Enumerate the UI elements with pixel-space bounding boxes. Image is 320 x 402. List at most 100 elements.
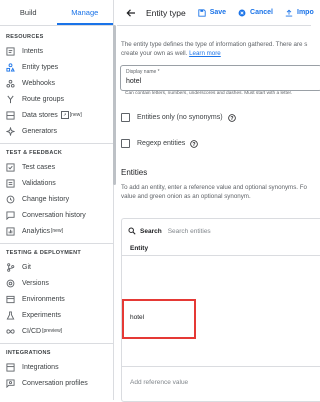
entities-heading: Entities (121, 168, 148, 177)
svg-text:?: ? (230, 115, 233, 121)
change-history-icon (6, 195, 15, 204)
display-name-hint: Can contain letters, numbers, underscore… (125, 91, 293, 96)
description-line: The entity type defines the type of info… (121, 41, 308, 48)
regexp-entities-label: Regexp entities (137, 140, 186, 147)
sidebar-item-experiments[interactable]: Experiments (0, 307, 113, 323)
sidebar: Build Manage RESOURCES Intents Entity ty… (0, 0, 114, 400)
search-input[interactable]: Search entities (168, 228, 211, 235)
display-name-value[interactable]: hotel (126, 78, 141, 85)
sidebar-item-label: Experiments (22, 311, 61, 319)
import-label: Impo (297, 9, 314, 16)
validations-icon (6, 178, 15, 188)
add-reference-value-input[interactable]: Add reference value (130, 379, 188, 386)
sidebar-item-change-history[interactable]: Change history (0, 191, 113, 207)
sidebar-item-label: Change history (22, 195, 70, 203)
sidebar-item-git[interactable]: Git (0, 259, 113, 275)
sidebar-item-label: Route groups (22, 95, 65, 103)
route-groups-icon (6, 95, 15, 104)
sidebar-item-label: Generators (22, 127, 58, 135)
learn-more-link[interactable]: Learn more (189, 50, 221, 57)
sidebar-item-route-groups[interactable]: Route groups (0, 91, 113, 107)
sidebar-item-label: Validations (22, 179, 56, 187)
entities-only-label: Entities only (no synonyms) (137, 114, 223, 121)
entities-description: To add an entity, enter a reference valu… (121, 183, 307, 201)
cancel-label: Cancel (250, 9, 274, 16)
svg-text:?: ? (193, 141, 196, 147)
display-name-field[interactable]: Display name * hotel (120, 65, 320, 91)
back-arrow-icon[interactable] (126, 8, 136, 18)
save-button[interactable]: Save (198, 8, 227, 17)
intents-icon (6, 46, 15, 56)
description-line: create your own as well. (121, 50, 188, 57)
sidebar-item-label: Analytics (22, 227, 51, 235)
tab-build[interactable]: Build (0, 0, 57, 25)
import-button[interactable]: Impo (285, 9, 314, 17)
preview-badge: [preview] (42, 328, 63, 334)
sidebar-item-analytics[interactable]: Analytics [new] (0, 223, 113, 239)
sidebar-item-label: Versions (22, 279, 49, 287)
sidebar-item-label: Test cases (22, 163, 56, 171)
sidebar-scrollbar[interactable] (113, 25, 116, 185)
entities-table: Search Search entities Entity hotel Add … (121, 218, 320, 402)
help-icon[interactable]: ? (190, 139, 199, 148)
divider (0, 243, 113, 244)
git-icon (6, 262, 15, 272)
sidebar-item-label: Entity types (22, 63, 59, 71)
cancel-icon (238, 9, 246, 16)
entities-only-checkbox-row[interactable]: Entities only (no synonyms) ? (121, 113, 236, 122)
divider (122, 366, 320, 367)
analytics-icon (6, 226, 15, 236)
sidebar-item-versions[interactable]: Versions (0, 275, 113, 291)
sidebar-item-generators[interactable]: Generators (0, 123, 113, 139)
data-stores-icon (6, 110, 15, 120)
main-panel: Entity type Save Cancel Impo The entity … (117, 0, 320, 402)
sidebar-item-data-stores[interactable]: Data stores ↗ [new] (0, 107, 113, 123)
entity-type-description: The entity type defines the type of info… (121, 40, 307, 58)
sidebar-item-ci-cd[interactable]: CI/CD [preview] (0, 323, 113, 339)
sidebar-item-environments[interactable]: Environments (0, 291, 113, 307)
test-cases-icon (6, 162, 15, 172)
external-link-icon: ↗ (60, 111, 69, 119)
sidebar-item-intents[interactable]: Intents (0, 43, 113, 59)
divider (0, 343, 113, 344)
environments-icon (6, 295, 15, 304)
entities-only-checkbox[interactable] (121, 113, 130, 122)
sidebar-tabs: Build Manage (0, 0, 113, 26)
divider (0, 143, 113, 144)
save-icon (198, 8, 206, 17)
conversation-profiles-icon (6, 378, 15, 388)
sidebar-item-label: Intents (22, 47, 44, 55)
experiments-icon (6, 310, 15, 320)
integrations-icon (6, 362, 15, 372)
description-line: To add an entity, enter a reference valu… (121, 184, 307, 191)
tab-manage[interactable]: Manage (57, 0, 114, 25)
sidebar-item-test-cases[interactable]: Test cases (0, 159, 113, 175)
upload-icon (285, 9, 293, 16)
entity-types-icon (6, 62, 15, 72)
help-icon[interactable]: ? (227, 113, 236, 122)
sidebar-item-label: Webhooks (22, 79, 55, 87)
sidebar-item-label: Conversation profiles (22, 379, 88, 387)
regexp-entities-checkbox[interactable] (121, 139, 130, 148)
new-badge: [new] (51, 228, 63, 234)
sidebar-item-label: Data stores (22, 111, 58, 119)
sidebar-item-conversation-history[interactable]: Conversation history (0, 207, 113, 223)
top-bar: Entity type Save Cancel Impo (117, 0, 314, 26)
sidebar-item-label: Git (22, 263, 31, 271)
regexp-entities-checkbox-row[interactable]: Regexp entities ? (121, 139, 199, 148)
sidebar-item-webhooks[interactable]: Webhooks (0, 75, 113, 91)
save-label: Save (209, 9, 227, 16)
sidebar-item-label: CI/CD (22, 327, 42, 335)
sidebar-item-validations[interactable]: Validations (0, 175, 113, 191)
webhooks-icon (6, 79, 15, 88)
generators-icon (6, 126, 15, 136)
conversation-history-icon (6, 210, 15, 220)
entities-search[interactable]: Search Search entities (128, 227, 211, 235)
cancel-button[interactable]: Cancel (238, 9, 273, 17)
sidebar-item-integrations[interactable]: Integrations (0, 359, 113, 375)
sidebar-item-entity-types[interactable]: Entity types (0, 59, 113, 75)
entity-cell-hotel[interactable]: hotel (130, 314, 144, 321)
sidebar-item-conversation-profiles[interactable]: Conversation profiles (0, 375, 113, 391)
versions-icon (6, 279, 15, 288)
divider (122, 255, 320, 256)
